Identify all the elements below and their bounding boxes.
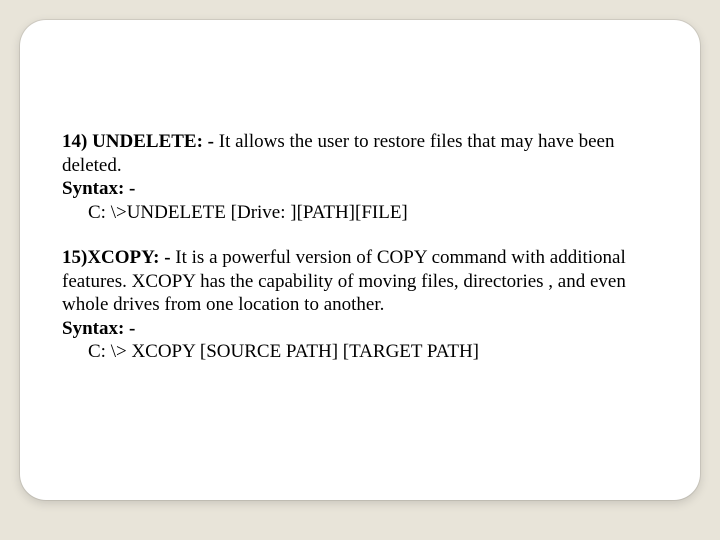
entry-number: 15) <box>62 247 87 268</box>
slide-background: 14) UNDELETE: - It allows the user to re… <box>0 0 720 540</box>
syntax-label: Syntax: - <box>62 318 135 339</box>
command-entry: 14) UNDELETE: - It allows the user to re… <box>62 130 658 224</box>
slide-text-content: 14) UNDELETE: - It allows the user to re… <box>62 130 658 386</box>
command-entry: 15)XCOPY: - It is a powerful version of … <box>62 246 658 364</box>
entry-title: UNDELETE: - <box>92 131 214 152</box>
syntax-label: Syntax: - <box>62 178 135 199</box>
entry-title: XCOPY: - <box>87 247 170 268</box>
entry-number: 14) <box>62 131 92 152</box>
syntax-line: C: \> XCOPY [SOURCE PATH] [TARGET PATH] <box>62 340 658 364</box>
syntax-line: C: \>UNDELETE [Drive: ][PATH][FILE] <box>62 201 658 225</box>
content-panel: 14) UNDELETE: - It allows the user to re… <box>20 20 700 500</box>
